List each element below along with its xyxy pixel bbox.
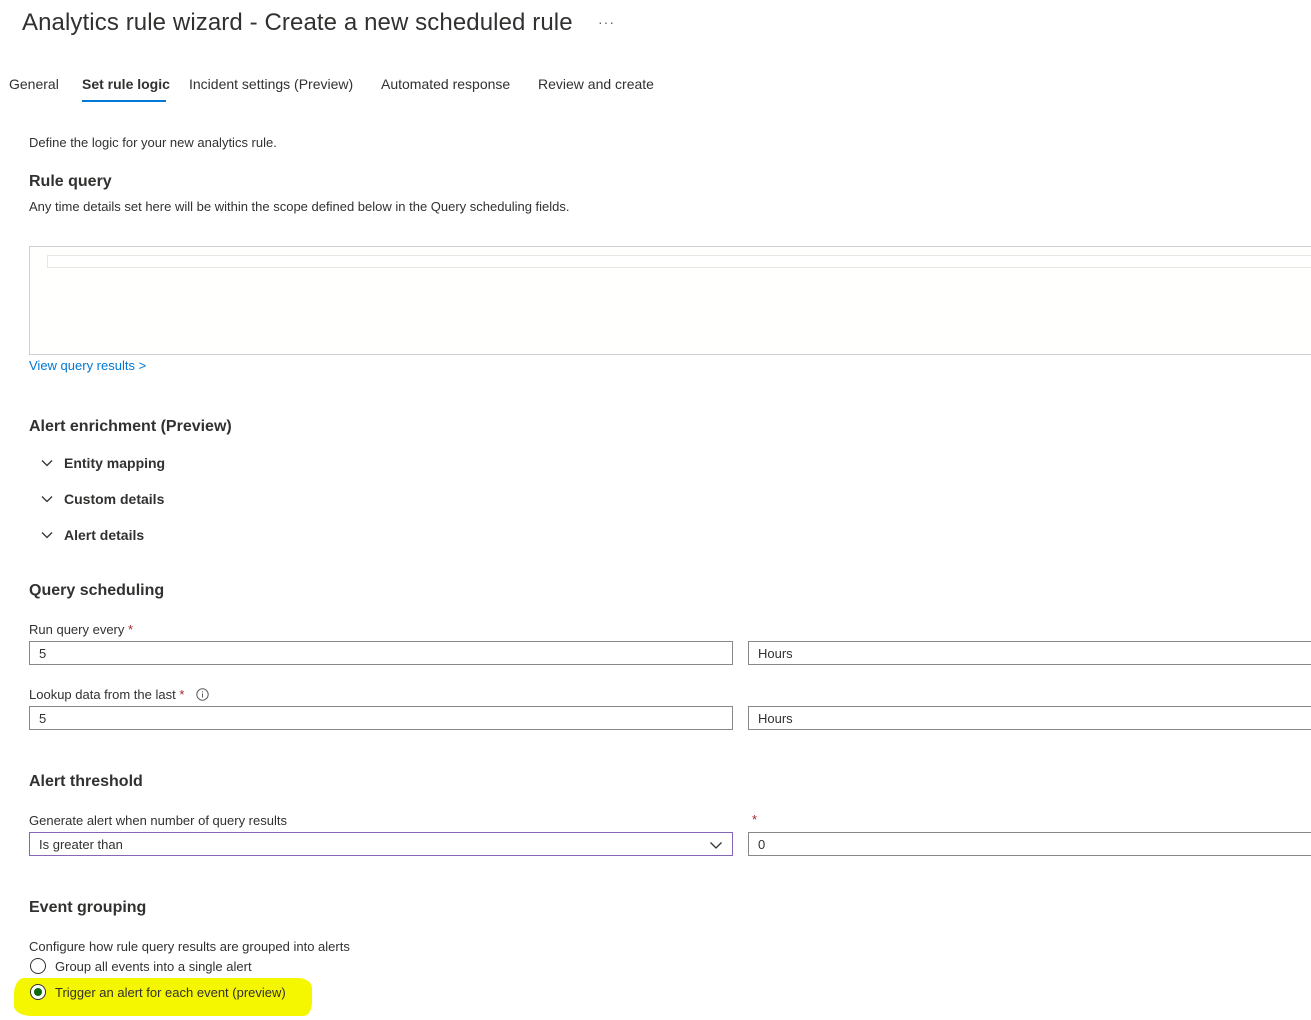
chevron-down-icon xyxy=(41,532,53,539)
entity-mapping-expander[interactable]: Entity mapping xyxy=(40,455,165,471)
chevron-down-icon xyxy=(41,496,53,503)
tab-set-rule-logic[interactable]: Set rule logic xyxy=(82,76,170,92)
rule-query-description: Any time details set here will be within… xyxy=(29,199,570,214)
info-icon[interactable] xyxy=(196,688,209,701)
alert-threshold-heading: Alert threshold xyxy=(29,773,143,790)
alert-enrichment-heading: Alert enrichment (Preview) xyxy=(29,418,232,435)
more-options-button[interactable]: ··· xyxy=(598,14,615,30)
alert-details-expander[interactable]: Alert details xyxy=(40,527,144,543)
active-tab-indicator xyxy=(82,100,166,102)
lookup-data-unit-select[interactable]: Hours xyxy=(748,706,1311,730)
view-query-results-link[interactable]: View query results > xyxy=(29,358,146,373)
alert-details-label: Alert details xyxy=(64,527,145,543)
radio-group-all-events-label: Group all events into a single alert xyxy=(55,958,252,974)
chevron-down-icon xyxy=(41,460,53,467)
generate-alert-label: Generate alert when number of query resu… xyxy=(29,813,287,828)
threshold-operator-dropdown[interactable]: Is greater than xyxy=(29,832,733,856)
tab-incident-settings[interactable]: Incident settings (Preview) xyxy=(189,76,353,92)
radio-trigger-each-event[interactable]: Trigger an alert for each event (preview… xyxy=(30,984,286,1000)
threshold-value-input[interactable]: 0 xyxy=(748,832,1311,856)
radio-checked-icon xyxy=(30,984,46,1000)
custom-details-label: Custom details xyxy=(64,491,165,507)
chevron-down-icon xyxy=(710,842,722,849)
run-query-every-unit-select[interactable]: Hours xyxy=(748,641,1311,665)
lookup-data-label: Lookup data from the last * xyxy=(29,687,184,702)
lookup-data-input[interactable]: 5 xyxy=(29,706,733,730)
rule-query-heading: Rule query xyxy=(29,173,112,190)
run-query-every-label-text: Run query every xyxy=(29,622,125,637)
intro-text: Define the logic for your new analytics … xyxy=(29,135,277,150)
threshold-operator-value: Is greater than xyxy=(39,837,123,852)
rule-query-editor[interactable] xyxy=(29,246,1311,355)
event-grouping-heading: Event grouping xyxy=(29,899,147,916)
required-marker: * xyxy=(179,687,185,702)
radio-unchecked-icon xyxy=(30,958,46,974)
run-query-every-input[interactable]: 5 xyxy=(29,641,733,665)
radio-trigger-each-event-label: Trigger an alert for each event (preview… xyxy=(55,984,286,1000)
tab-automated-response[interactable]: Automated response xyxy=(381,76,510,92)
tab-review-and-create[interactable]: Review and create xyxy=(538,76,654,92)
run-query-every-label: Run query every * xyxy=(29,622,133,637)
query-scheduling-heading: Query scheduling xyxy=(29,582,165,599)
required-marker: * xyxy=(128,622,134,637)
tab-general[interactable]: General xyxy=(9,76,59,92)
page-title: Analytics rule wizard - Create a new sch… xyxy=(22,9,573,36)
editor-current-line xyxy=(47,255,1311,268)
required-marker: * xyxy=(752,812,758,827)
custom-details-expander[interactable]: Custom details xyxy=(40,491,164,507)
event-grouping-description: Configure how rule query results are gro… xyxy=(29,939,350,954)
lookup-data-label-text: Lookup data from the last xyxy=(29,687,176,702)
radio-group-all-events[interactable]: Group all events into a single alert xyxy=(30,958,252,974)
entity-mapping-label: Entity mapping xyxy=(64,455,166,471)
